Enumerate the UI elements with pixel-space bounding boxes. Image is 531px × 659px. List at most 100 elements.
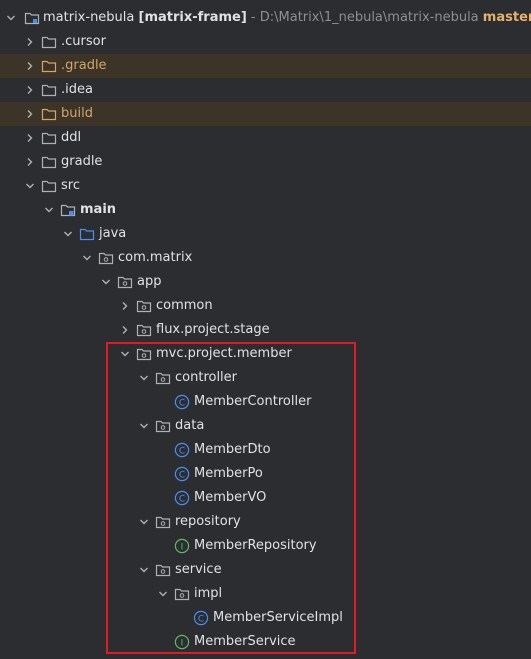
tree-item-label: service	[175, 562, 222, 577]
tree-item-controller[interactable]: controller	[0, 366, 531, 390]
tree-root-row[interactable]: matrix-nebula [matrix-frame] - D:\Matrix…	[0, 6, 531, 30]
tree-item-mvc-project-member[interactable]: mvc.project.member	[0, 342, 531, 366]
tree-item-label: gradle	[61, 154, 103, 169]
tree-item-label: MemberController	[194, 394, 312, 409]
tree-item-gradle[interactable]: .gradle	[0, 54, 531, 78]
chevron-right-icon[interactable]	[23, 126, 37, 150]
folder-icon	[41, 178, 57, 194]
tree-item-memberrepository[interactable]: I MemberRepository	[0, 534, 531, 558]
folder-icon	[41, 154, 57, 170]
package-icon	[155, 370, 171, 386]
package-icon	[136, 346, 152, 362]
tree-item-label: java	[99, 226, 127, 241]
tree-item-label: MemberVO	[194, 490, 267, 505]
chevron-down-icon[interactable]	[80, 246, 94, 270]
chevron-right-icon[interactable]	[23, 78, 37, 102]
class-icon: C	[174, 466, 190, 482]
tree-item-service[interactable]: service	[0, 558, 531, 582]
project-tree: matrix-nebula [matrix-frame] - D:\Matrix…	[0, 6, 531, 654]
chevron-down-icon[interactable]	[4, 6, 18, 30]
svg-text:I: I	[181, 542, 184, 552]
module-folder-icon	[24, 10, 40, 26]
svg-text:C: C	[179, 470, 185, 480]
folder-icon	[41, 130, 57, 146]
tree-item-membercontroller[interactable]: C MemberController	[0, 390, 531, 414]
tree-item-common[interactable]: common	[0, 294, 531, 318]
chevron-down-icon[interactable]	[61, 222, 75, 246]
chevron-down-icon[interactable]	[42, 198, 56, 222]
folder-icon	[41, 82, 57, 98]
chevron-right-icon[interactable]	[23, 54, 37, 78]
tree-item-app[interactable]: app	[0, 270, 531, 294]
tree-item-label: ddl	[61, 130, 82, 145]
chevron-down-icon[interactable]	[137, 558, 151, 582]
excluded-folder-icon	[41, 106, 57, 122]
class-icon: C	[174, 490, 190, 506]
package-icon	[117, 274, 133, 290]
tree-item-idea[interactable]: .idea	[0, 78, 531, 102]
tree-item-label: src	[61, 178, 80, 193]
tree-item-membervo[interactable]: C MemberVO	[0, 486, 531, 510]
package-icon	[136, 298, 152, 314]
tree-rows: .cursor .gradle .idea build ddl gradle src main…	[0, 30, 531, 654]
chevron-down-icon[interactable]	[137, 414, 151, 438]
chevron-down-icon[interactable]	[118, 342, 132, 366]
chevron-right-icon[interactable]	[118, 318, 132, 342]
tree-item-label: MemberService	[194, 634, 296, 649]
tree-item-gradle[interactable]: gradle	[0, 150, 531, 174]
tree-item-label: .gradle	[61, 58, 107, 73]
tree-item-data[interactable]: data	[0, 414, 531, 438]
chevron-down-icon[interactable]	[156, 582, 170, 606]
chevron-right-icon[interactable]	[23, 150, 37, 174]
package-icon	[155, 514, 171, 530]
chevron-down-icon[interactable]	[23, 174, 37, 198]
tree-item-flux-project-stage[interactable]: flux.project.stage	[0, 318, 531, 342]
tree-item-cursor[interactable]: .cursor	[0, 30, 531, 54]
tree-item-label: .idea	[61, 82, 93, 97]
tree-item-src[interactable]: src	[0, 174, 531, 198]
svg-text:C: C	[179, 494, 185, 504]
root-name: matrix-nebula	[43, 10, 135, 25]
tree-item-memberserviceimpl[interactable]: C MemberServiceImpl	[0, 606, 531, 630]
tree-item-memberdto[interactable]: C MemberDto	[0, 438, 531, 462]
tree-item-label: MemberRepository	[194, 538, 317, 553]
tree-item-impl[interactable]: impl	[0, 582, 531, 606]
package-icon	[136, 322, 152, 338]
chevron-down-icon[interactable]	[137, 510, 151, 534]
svg-text:C: C	[179, 446, 185, 456]
tree-item-memberpo[interactable]: C MemberPo	[0, 462, 531, 486]
package-icon	[155, 418, 171, 434]
chevron-down-icon[interactable]	[137, 366, 151, 390]
interface-icon: I	[174, 538, 190, 554]
class-icon: C	[193, 610, 209, 626]
tree-item-com-matrix[interactable]: com.matrix	[0, 246, 531, 270]
svg-text:I: I	[181, 638, 184, 648]
tree-item-ddl[interactable]: ddl	[0, 126, 531, 150]
tree-item-main[interactable]: main	[0, 198, 531, 222]
chevron-right-icon[interactable]	[23, 102, 37, 126]
chevron-down-icon[interactable]	[99, 270, 113, 294]
interface-icon: I	[174, 634, 190, 650]
package-icon	[98, 250, 114, 266]
tree-item-repository[interactable]: repository	[0, 510, 531, 534]
source-folder-icon	[79, 226, 95, 242]
tree-item-label: MemberDto	[194, 442, 271, 457]
tree-item-label: app	[137, 274, 162, 289]
tree-item-label: repository	[175, 514, 241, 529]
tree-item-label: common	[156, 298, 213, 313]
tree-item-label: controller	[175, 370, 238, 385]
tree-item-memberservice[interactable]: I MemberService	[0, 630, 531, 654]
tree-item-java[interactable]: java	[0, 222, 531, 246]
excluded-folder-icon	[41, 58, 57, 74]
tree-item-label: main	[80, 202, 117, 217]
tree-item-build[interactable]: build	[0, 102, 531, 126]
root-branch: master	[482, 10, 531, 25]
package-icon	[155, 562, 171, 578]
chevron-right-icon[interactable]	[23, 30, 37, 54]
class-icon: C	[174, 442, 190, 458]
tree-item-label: .cursor	[61, 34, 106, 49]
tree-item-label: data	[175, 418, 205, 433]
chevron-right-icon[interactable]	[118, 294, 132, 318]
class-icon: C	[174, 394, 190, 410]
root-module: [matrix-frame]	[138, 10, 247, 25]
